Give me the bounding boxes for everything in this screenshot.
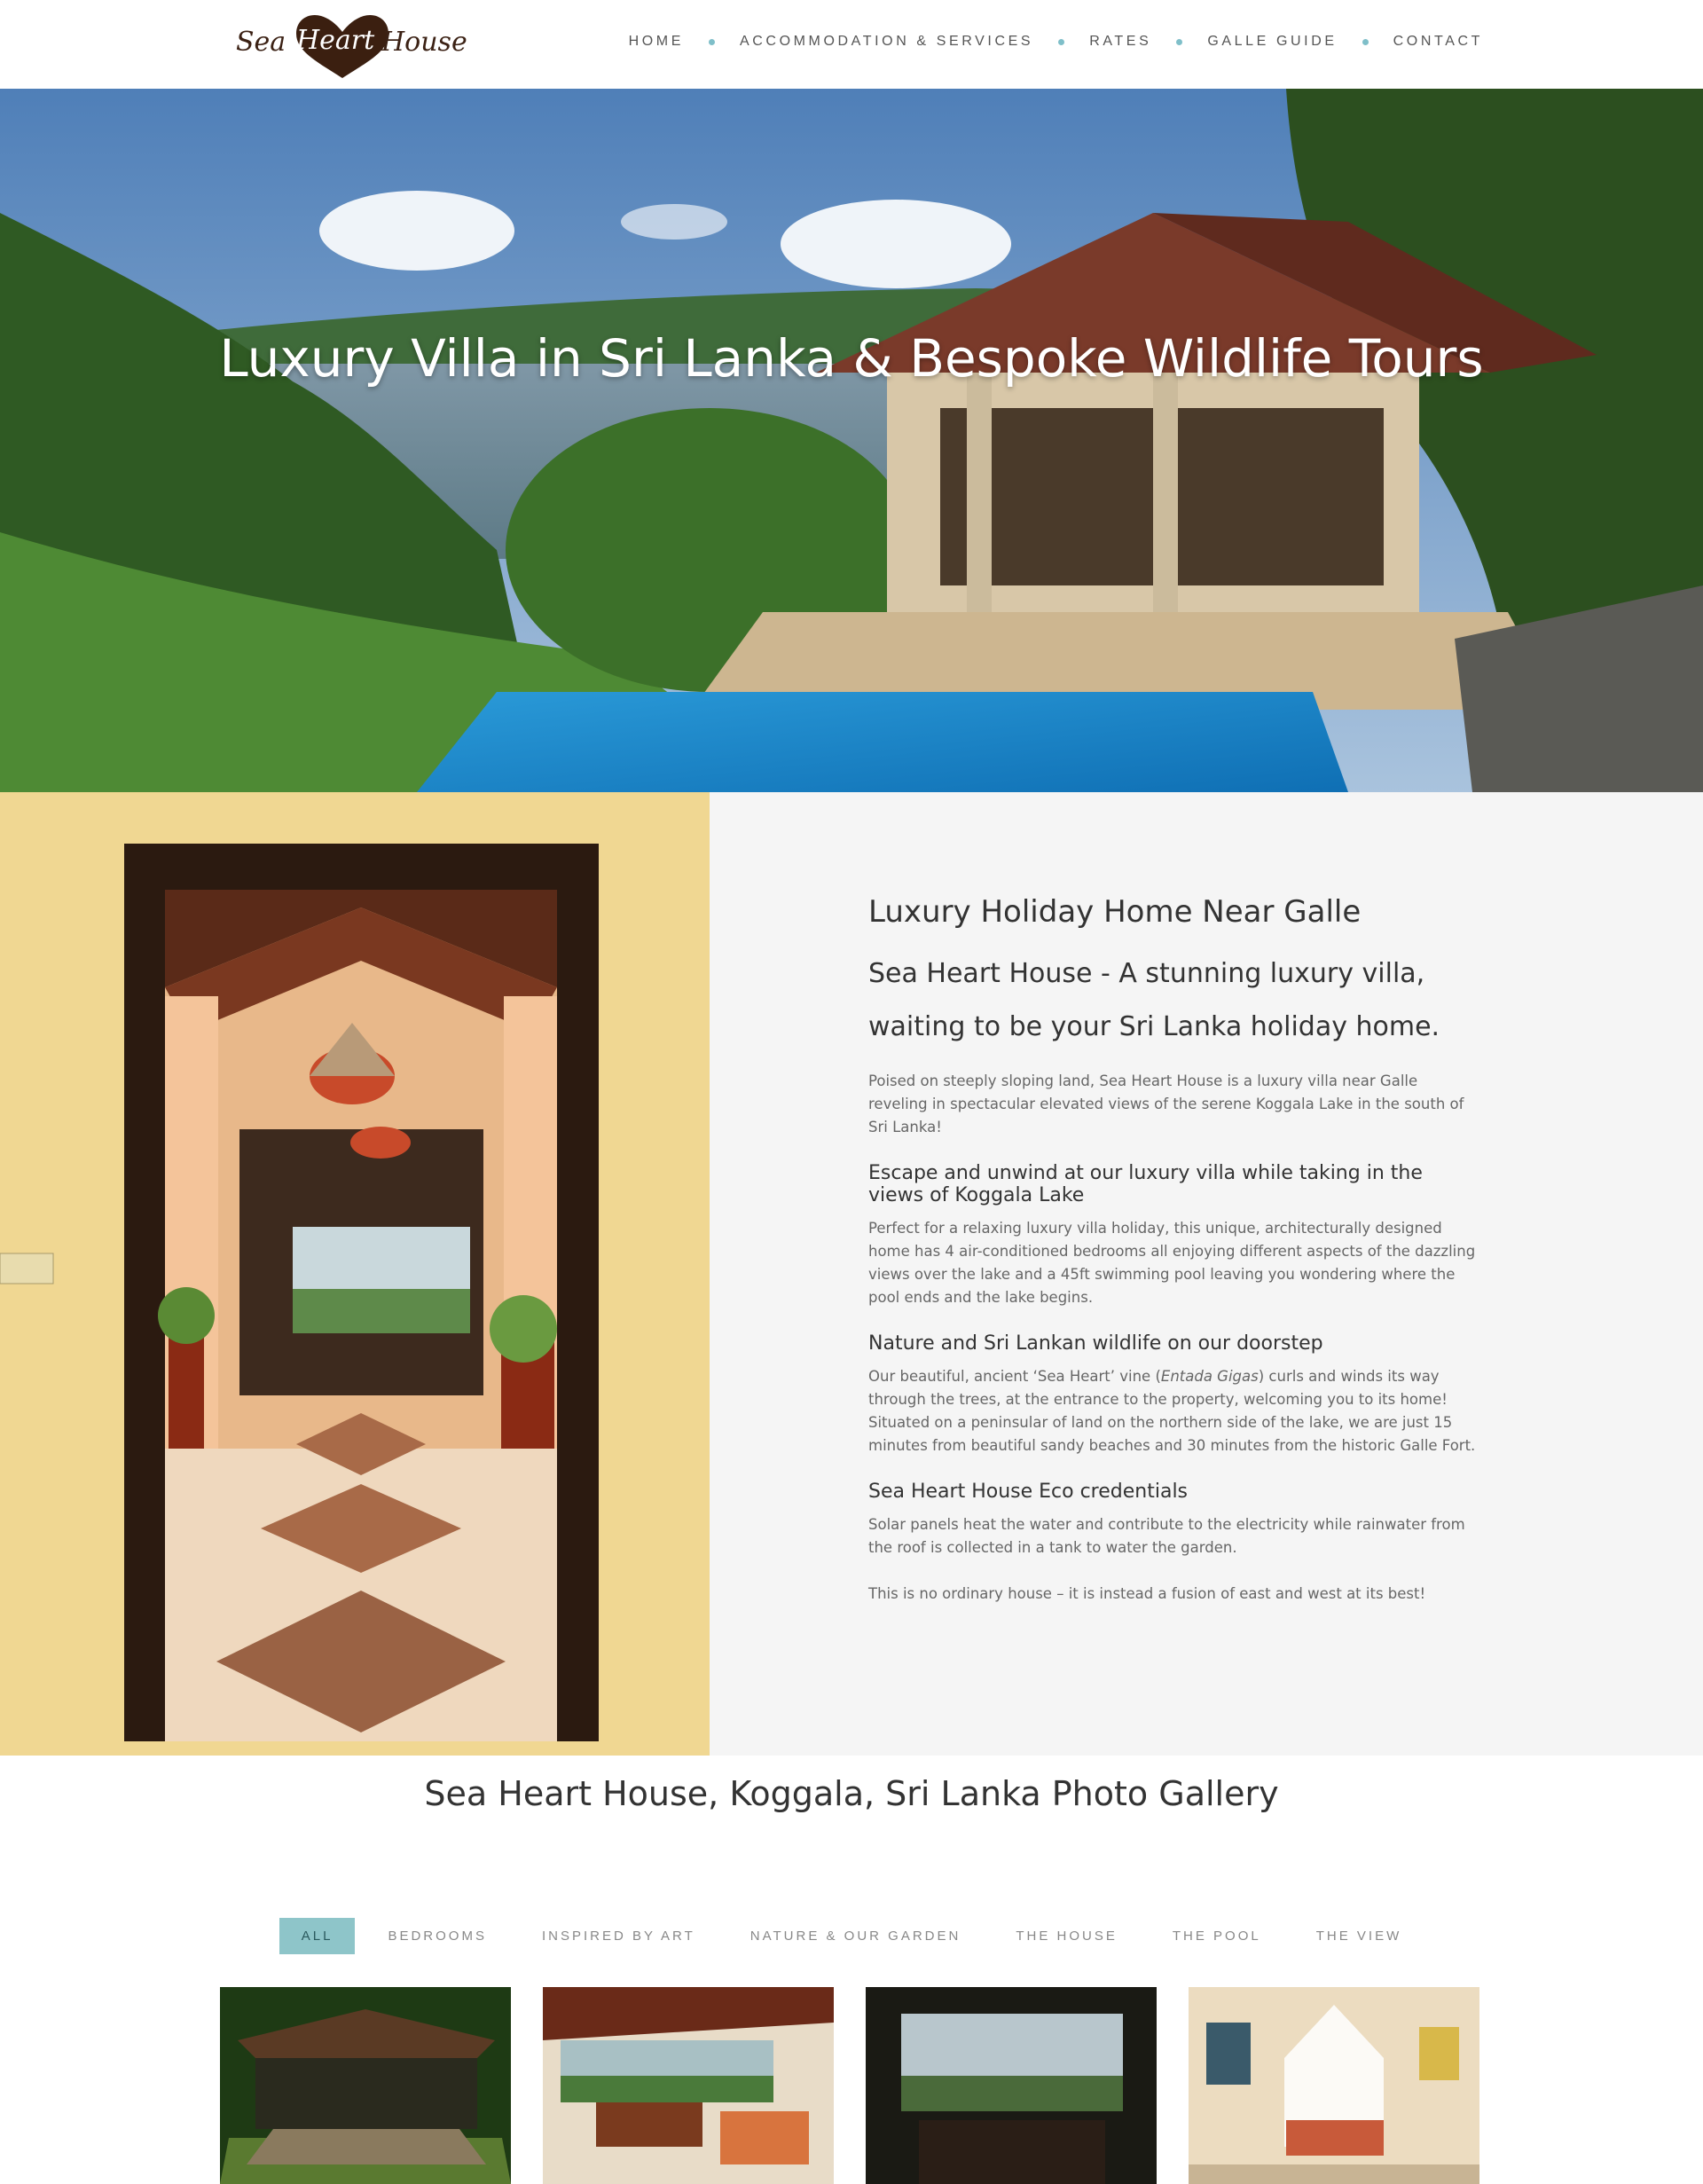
intro-section: Luxury Holiday Home Near Galle Sea Heart… [0,792,1703,1756]
section-text-escape: Perfect for a relaxing luxury villa holi… [868,1220,1476,1306]
hero-banner: Luxury Villa in Sri Lanka & Bespoke Wild… [0,89,1703,792]
intro-heading: Luxury Holiday Home Near Galle [868,894,1362,930]
logo-word-heart: Heart [296,25,375,56]
nav-rates[interactable]: RATES [1089,34,1151,50]
section-title-eco: Sea Heart House Eco credentials [868,1481,1189,1503]
hero-villa-photo [0,89,1703,792]
nav-separator-dot [1362,38,1369,45]
section-text-nature: Our beautiful, ancient ‘Sea Heart’ vine … [868,1365,1480,1457]
logo-word-house: House [381,27,467,58]
hero-title: Luxury Villa in Sri Lanka & Bespoke Wild… [219,328,1484,389]
doorway-photo [0,792,710,1756]
section-title-nature: Nature and Sri Lankan wildlife on our do… [868,1332,1323,1355]
filter-the-house[interactable]: THE HOUSE [993,1918,1140,1954]
main-nav: HOME ACCOMMODATION & SERVICES RATES GALL… [629,34,1483,50]
gallery-filters: ALL BEDROOMS INSPIRED BY ART NATURE & OU… [0,1918,1703,1954]
site-logo[interactable]: Sea Heart House [232,7,467,82]
nature-text-part1: Our beautiful, ancient ‘Sea Heart’ vine … [868,1368,1161,1385]
site-header: Sea Heart House HOME ACCOMMODATION & SER… [0,0,1703,89]
intro-subheading: Sea Heart House - A stunning luxury vill… [868,958,1440,1042]
nav-separator-dot [709,38,715,45]
nav-separator-dot [1176,38,1183,45]
gallery-thumbnail-living-room[interactable] [543,1987,834,2184]
gallery-thumbnail-bedroom[interactable] [1189,1987,1479,2184]
closing-statement: This is no ordinary house – it is instea… [868,1585,1426,1602]
nav-accommodation-services[interactable]: ACCOMMODATION & SERVICES [740,34,1033,50]
intro-text-column: Luxury Holiday Home Near Galle Sea Heart… [868,894,1480,1629]
section-title-escape: Escape and unwind at our luxury villa wh… [868,1162,1423,1206]
gallery-title: Sea Heart House, Koggala, Sri Lanka Phot… [424,1774,1279,1813]
filter-all[interactable]: ALL [279,1918,356,1954]
filter-bedrooms[interactable]: BEDROOMS [365,1918,509,1954]
filter-the-pool[interactable]: THE POOL [1150,1918,1283,1954]
filter-nature-our-garden[interactable]: NATURE & OUR GARDEN [728,1918,984,1954]
nav-galle-guide[interactable]: GALLE GUIDE [1207,34,1337,50]
filter-the-view[interactable]: THE VIEW [1294,1918,1424,1954]
filter-inspired-by-art[interactable]: INSPIRED BY ART [520,1918,718,1954]
nav-home[interactable]: HOME [629,34,684,50]
entada-gigas-text: Entada Gigas [1160,1368,1259,1385]
gallery-thumbnail-pavilion[interactable] [220,1987,511,2184]
logo-word-sea: Sea [236,27,286,58]
intro-paragraph: Poised on steeply sloping land, Sea Hear… [868,1072,1464,1135]
nav-separator-dot [1058,38,1065,45]
nav-contact[interactable]: CONTACT [1393,34,1483,50]
gallery-thumbnail-lake-view[interactable] [866,1987,1157,2184]
gallery-grid [220,1987,1479,2184]
section-text-eco: Solar panels heat the water and contribu… [868,1516,1465,1556]
